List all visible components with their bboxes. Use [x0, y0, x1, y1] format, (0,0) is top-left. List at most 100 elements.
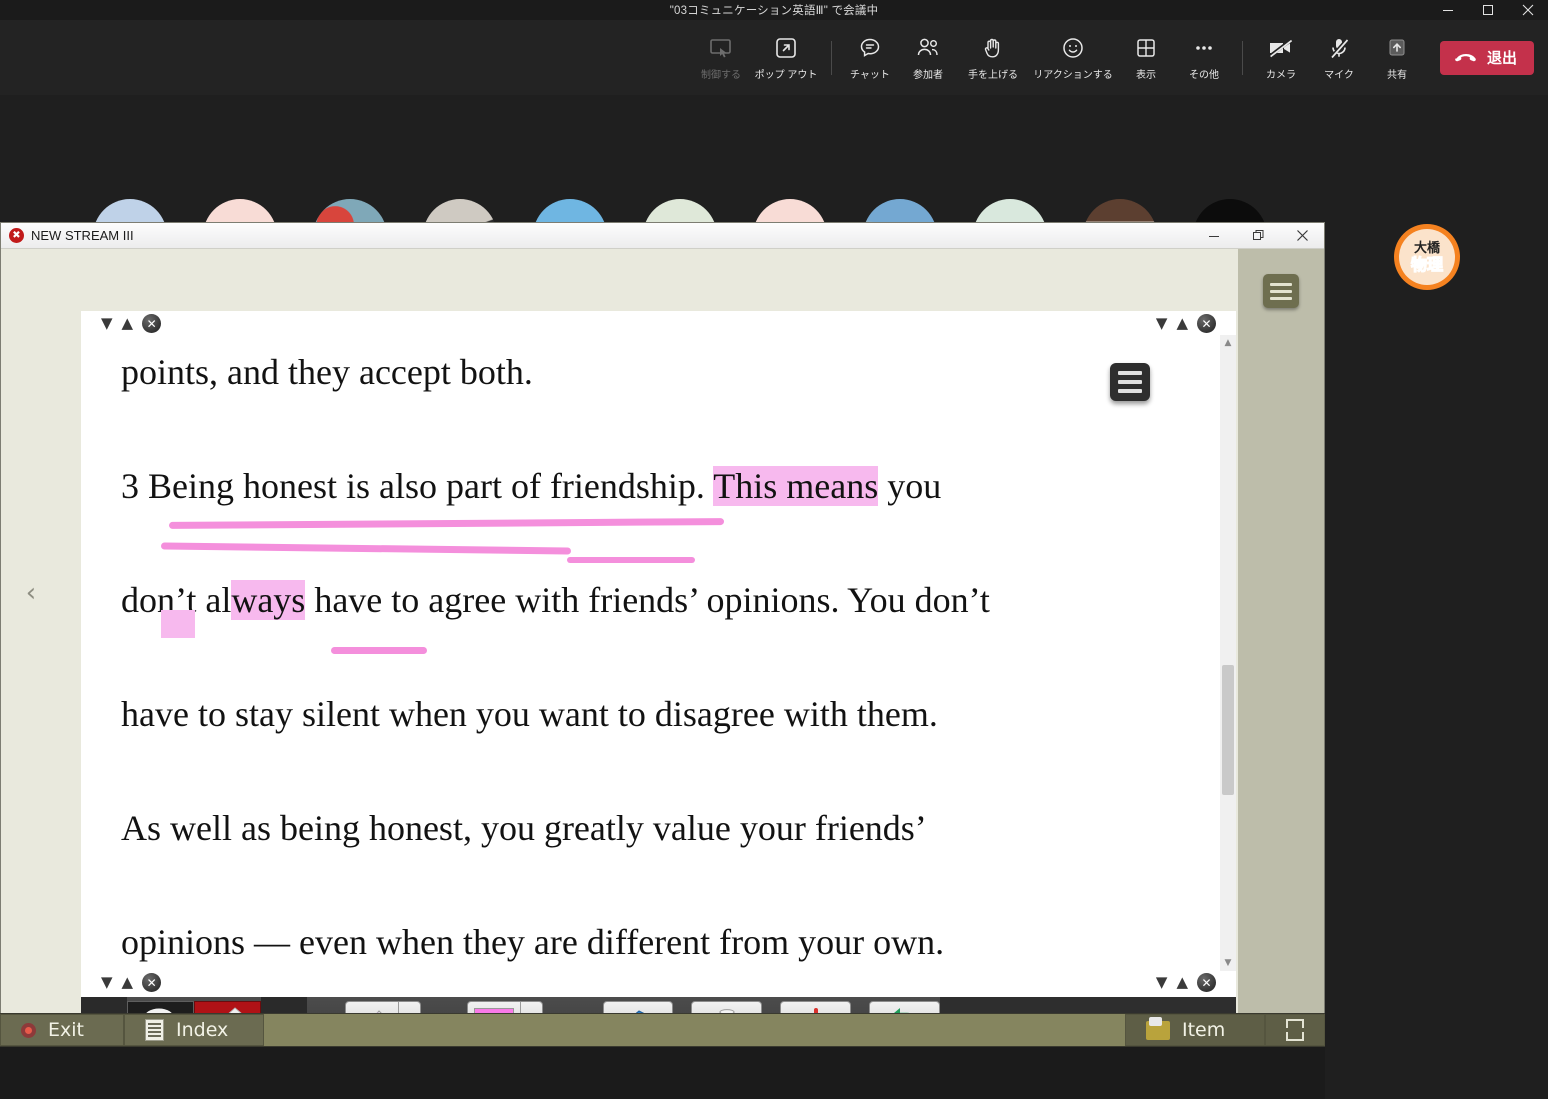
folder-icon — [1146, 1016, 1170, 1040]
document-panel-header: ▼ ▲ ✕ ▼ ▲ ✕ — [81, 311, 1236, 335]
scroll-down-arrow-icon[interactable]: ▼ — [1220, 955, 1236, 971]
hamburger-menu-icon[interactable] — [1263, 274, 1299, 308]
give-control-button[interactable]: 制御する — [692, 29, 750, 87]
line-text: you — [878, 466, 942, 506]
triangle-up-icon[interactable]: ▲ — [122, 316, 134, 331]
list-lines-icon — [145, 1019, 164, 1041]
raise-hand-label: 手を上げる — [967, 70, 1018, 81]
triangle-down-icon[interactable]: ▼ — [101, 975, 113, 990]
close-circle-icon[interactable]: ✕ — [1197, 973, 1216, 992]
triangle-up-icon[interactable]: ▲ — [1176, 975, 1188, 990]
ink-stroke — [567, 557, 695, 563]
triangle-down-icon[interactable]: ▼ — [1156, 316, 1168, 331]
mic-button[interactable]: マイク — [1310, 29, 1368, 87]
close-icon[interactable] — [1508, 0, 1548, 20]
document-hamburger-menu-icon[interactable] — [1110, 363, 1150, 401]
camera-button[interactable]: カメラ — [1252, 29, 1310, 87]
bottom-status-bar: Exit Index Item — [0, 1013, 1325, 1047]
prev-page-arrow[interactable]: ‹ — [19, 573, 43, 613]
document-line: don’t always have to agree with friends’… — [121, 569, 1161, 683]
fullscreen-icon — [1286, 1019, 1304, 1041]
bottom-black-area — [0, 1047, 1325, 1099]
draw-controls-right: ▼ ▲ ✕ — [1156, 973, 1216, 992]
app-minimize-icon[interactable] — [1192, 223, 1236, 248]
draw-controls-left: ▼ ▲ ✕ — [101, 973, 162, 992]
scrollbar-thumb[interactable] — [1222, 665, 1234, 795]
app-close-icon[interactable] — [1280, 223, 1324, 248]
pop-out-icon — [774, 34, 798, 60]
record-dot-icon — [21, 1022, 36, 1038]
participants-button[interactable]: 参加者 — [899, 29, 957, 87]
view-grid-icon — [1134, 34, 1158, 60]
app-body: ‹ › ▼ ▲ ✕ ▼ ▲ ✕ — [1, 249, 1324, 1047]
new-stream-window: ✖ NEW STREAM III ‹ › — [0, 222, 1325, 1047]
exit-button[interactable]: Exit — [0, 1014, 124, 1046]
share-button[interactable]: 共有 — [1368, 29, 1426, 87]
exit-label: Exit — [48, 1019, 84, 1041]
more-button[interactable]: その他 — [1175, 29, 1233, 87]
index-label: Index — [176, 1019, 229, 1041]
close-circle-icon[interactable]: ✕ — [142, 314, 162, 333]
ink-highlight-block — [161, 610, 195, 638]
app-restore-icon[interactable] — [1236, 223, 1280, 248]
reactions-label: リアクションする — [1033, 70, 1113, 81]
meeting-title: "03コミュニケーション英語Ⅲ" で会議中 — [669, 5, 879, 17]
fullscreen-button[interactable] — [1265, 1014, 1325, 1046]
close-circle-icon[interactable]: ✕ — [142, 973, 162, 992]
view-label: 表示 — [1135, 70, 1156, 81]
highlighted-text: This means — [713, 466, 879, 506]
index-button[interactable]: Index — [124, 1014, 264, 1046]
participants-strip: 保 保 保 保 保 36 大橋 物理 — [0, 95, 1548, 290]
line-text: As well as being honest, you greatly val… — [121, 808, 927, 848]
reactions-icon — [1061, 34, 1085, 60]
minimize-icon[interactable] — [1428, 0, 1468, 20]
line-text: have to agree with friends’ opinions. Yo… — [305, 580, 990, 620]
document-scrollbar[interactable]: ▲ ▼ — [1220, 335, 1236, 971]
right-side-strip — [1238, 249, 1324, 1046]
close-circle-icon[interactable]: ✕ — [1197, 314, 1216, 333]
highlighted-text: ways — [231, 580, 306, 620]
item-button[interactable]: Item — [1125, 1014, 1265, 1046]
screen-root: "03コミュニケーション英語Ⅲ" で会議中 制御する ポップ アウト チャット … — [0, 0, 1548, 1099]
document-line: opinions — even when they are different … — [121, 911, 1161, 971]
triangle-up-icon[interactable]: ▲ — [122, 975, 134, 990]
app-title-label: NEW STREAM III — [31, 228, 134, 243]
leave-meeting-button[interactable]: 退出 — [1439, 40, 1534, 75]
triangle-down-icon[interactable]: ▼ — [101, 316, 113, 331]
triangle-up-icon[interactable]: ▲ — [1176, 316, 1188, 331]
raise-hand-button[interactable]: 手を上げる — [957, 29, 1029, 87]
camera-off-icon — [1267, 34, 1295, 60]
reactions-button[interactable]: リアクションする — [1029, 29, 1117, 87]
document-text-area[interactable]: points, and they accept both. 3 Being ho… — [81, 335, 1236, 971]
toolbar-divider — [830, 40, 832, 75]
triangle-down-icon[interactable]: ▼ — [1156, 975, 1168, 990]
share-up-arrow-icon — [1385, 34, 1409, 60]
give-control-icon — [709, 34, 733, 60]
view-button[interactable]: 表示 — [1117, 29, 1175, 87]
teams-title-bar: "03コミュニケーション英語Ⅲ" で会議中 — [0, 0, 1548, 20]
share-label: 共有 — [1386, 70, 1407, 81]
window-controls — [1428, 0, 1548, 20]
document-line: have to stay silent when you want to dis… — [121, 683, 1161, 797]
pop-out-label: ポップ アウト — [754, 70, 818, 81]
leave-label: 退出 — [1486, 50, 1517, 67]
status-bar-filler — [264, 1014, 1125, 1046]
pop-out-button[interactable]: ポップ アウト — [750, 29, 822, 87]
presenter-avatar[interactable]: 大橋 物理 — [1394, 224, 1460, 290]
meeting-toolbar: 制御する ポップ アウト チャット 参加者 手を上げる リアクションする 表示 … — [0, 20, 1548, 95]
raise-hand-icon — [981, 34, 1005, 60]
item-label: Item — [1182, 1019, 1226, 1041]
presenter-name: 大橋 — [1413, 240, 1440, 256]
chat-button[interactable]: チャット — [841, 29, 899, 87]
app-logo-icon: ✖ — [9, 228, 24, 243]
chat-icon — [858, 34, 882, 60]
line-text: 3 Being honest is also part of friendshi… — [121, 466, 714, 506]
camera-label: カメラ — [1265, 70, 1296, 81]
scroll-up-arrow-icon[interactable]: ▲ — [1220, 335, 1236, 351]
maximize-icon[interactable] — [1468, 0, 1508, 20]
document-page: ▼ ▲ ✕ ▼ ▲ ✕ points, and they accept both… — [81, 311, 1236, 971]
more-ellipsis-icon — [1192, 34, 1216, 60]
give-control-label: 制御する — [700, 70, 741, 81]
more-label: その他 — [1188, 70, 1219, 81]
panel-controls-left: ▼ ▲ ✕ — [101, 314, 162, 333]
